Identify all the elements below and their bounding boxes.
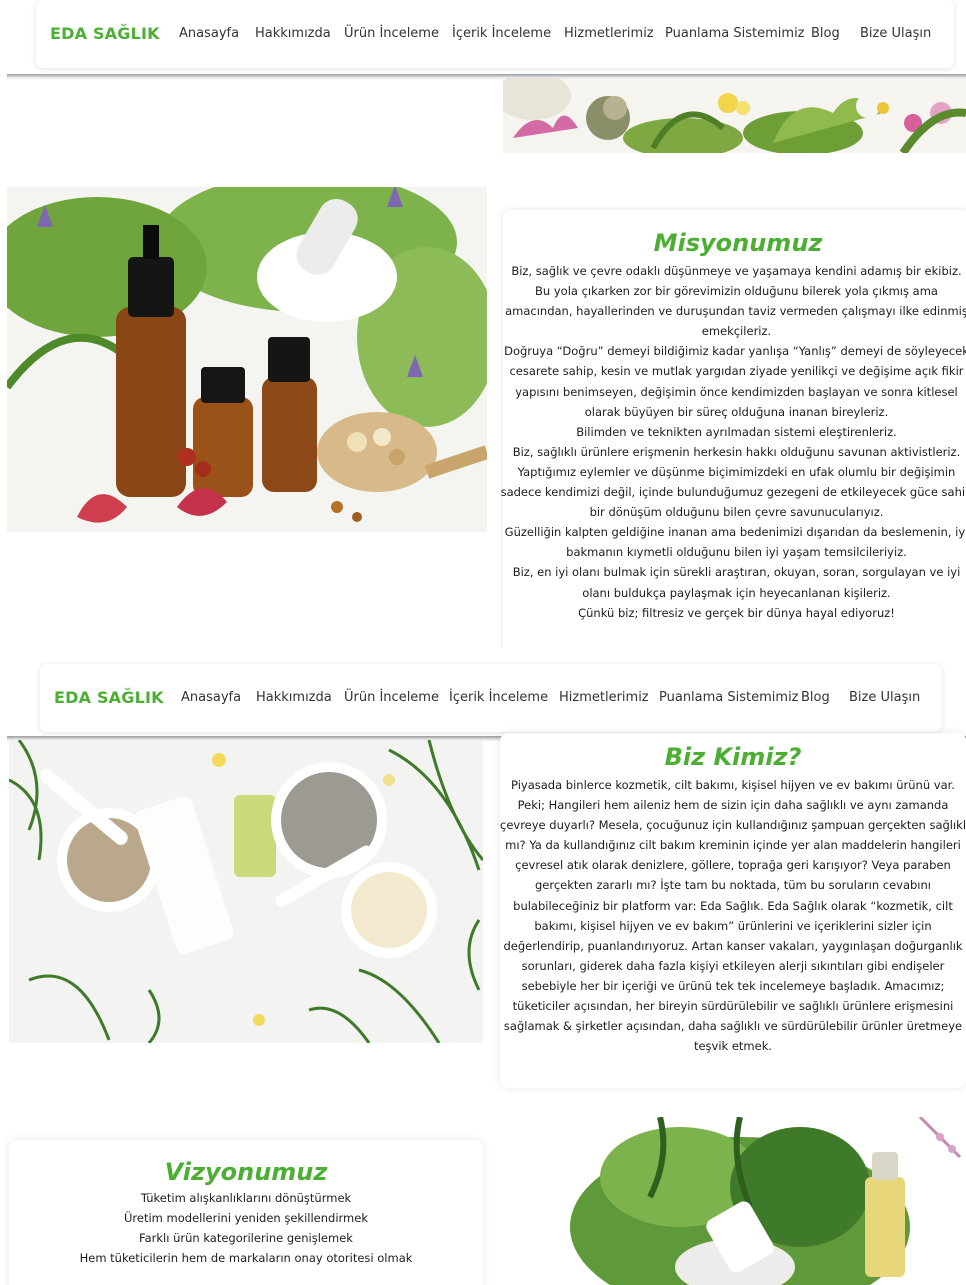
mission-line: Çünkü biz; filtresiz ve gerçek bir dünya… (578, 605, 895, 620)
about-line: bulabileceğiniz bir platform var: Eda Sa… (513, 898, 953, 913)
vision-line: Tüketim alışkanlıklarını dönüştürmek (140, 1191, 352, 1205)
nav-link-rating-system[interactable]: Puanlama Sistemimiz (665, 26, 805, 41)
about-text: Piyasada binlerce kozmetik, cilt bakımı,… (500, 775, 966, 1056)
nav-link-product-review[interactable]: Ürün İnceleme (344, 26, 439, 41)
mission-line: Biz, sağlık ve çevre odaklı düşünmeye ve… (511, 264, 962, 278)
vision-text: Tüketim alışkanlıklarını dönüştürmek Üret… (9, 1188, 483, 1268)
mission-line: emekçileriz. (701, 324, 772, 339)
top-navbar: EDA SAĞLIK Anasayfa Hakkımızda Ürün İnce… (36, 0, 954, 68)
essential-oils-image (7, 187, 487, 532)
nav-link-about[interactable]: Hakkımızda (255, 26, 331, 41)
mission-line: Doğruya “Doğru” demeyi bildiğimiz kadar … (504, 344, 966, 359)
nav-link-ingredient-review-2[interactable]: İçerik İnceleme (449, 690, 548, 705)
mission-text: Biz, sağlık ve çevre odaklı düşünmeye ve… (500, 261, 966, 623)
mission-line: yapısını benimseyen, değişimin önce kend… (515, 384, 958, 399)
brand-logo-2[interactable]: EDA SAĞLIK (54, 688, 164, 707)
vision-line: Hem tüketicilerin hem de markaların onay… (79, 1251, 413, 1266)
mission-line: Biz, en iyi olanı bulmak için sürekli ar… (512, 565, 961, 580)
mission-line: cesarete sahip, kesin ve mutlak yargıdan… (509, 364, 964, 379)
about-line: teşvik etmek. (693, 1039, 773, 1054)
about-line: Piyasada binlerce kozmetik, cilt bakımı,… (511, 778, 955, 792)
mission-line: amacından, hayallerinden ve duruşundan t… (505, 304, 966, 319)
clay-masks-image (9, 740, 483, 1043)
mission-line: Güzelliğin kalpten geldiğine inanan ama … (504, 525, 966, 540)
about-line: Peki; Hangileri hem aileniz hem de sizin… (517, 798, 949, 813)
about-line: gerçekten zararlı mı? İşte tam bu noktad… (535, 878, 931, 893)
about-line: çevresel atık olarak denizlere, göllere,… (515, 858, 951, 873)
about-line: sorunları, giderek daha fazla kişiyi etk… (521, 958, 945, 973)
screenshot-top: EDA SAĞLIK Anasayfa Hakkımızda Ürün İnce… (0, 0, 966, 648)
mission-line: olarak büyüyen bir süreç olduğuna inanan… (584, 404, 889, 419)
mortar-herbs-image (500, 1117, 966, 1285)
bottom-navbar: EDA SAĞLIK Anasayfa Hakkımızda Ürün İnce… (40, 664, 942, 732)
mission-line: olanı buldukça paylaşmak için heyecanlan… (582, 585, 891, 600)
mission-line: Bilimden ve teknikten ayrılmadan sistemi… (576, 424, 897, 439)
nav-link-blog-2[interactable]: Blog (801, 690, 830, 705)
vision-title: Vizyonumuz (164, 1158, 328, 1186)
nav-link-blog[interactable]: Blog (811, 26, 840, 41)
mission-line: Yaptığımız eylemler ve düşünme biçimimiz… (517, 464, 956, 479)
about-line: tüketiciler açısından, her bireyin sürdü… (512, 999, 954, 1014)
mission-line: bakmanın kıymetli olduğunu bilen iyi yaş… (566, 545, 907, 560)
nav-link-services-2[interactable]: Hizmetlerimiz (559, 690, 649, 705)
about-title: Biz Kimiz? (664, 743, 802, 771)
mission-card: Misyonumuz Biz, sağlık ve çevre odaklı d… (500, 210, 966, 648)
about-line: mı? Ya da kullandığınız cilt bakım kremi… (505, 838, 961, 853)
vision-card: Vizyonumuz Tüketim alışkanlıklarını dönü… (9, 1140, 483, 1285)
herb-banner-image (503, 78, 966, 153)
nav-link-home-2[interactable]: Anasayfa (181, 690, 241, 705)
mission-line: sadece kendimizi değil, içinde bulunduğu… (500, 485, 966, 500)
nav-link-ingredient-review[interactable]: İçerik İnceleme (452, 26, 551, 41)
nav-link-contact-2[interactable]: Bize Ulaşın (849, 690, 920, 705)
mission-line: Bu yola çıkarken zor bir görevimizin old… (535, 284, 938, 299)
about-line: sağlamak & şirketler açısından, daha sağ… (503, 1019, 963, 1034)
nav-link-about-2[interactable]: Hakkımızda (256, 690, 332, 705)
about-line: çevreye duyarlı? Mesela, çocuğunuz için … (500, 818, 966, 833)
screenshot-bottom: EDA SAĞLIK Anasayfa Hakkımızda Ürün İnce… (0, 648, 966, 1285)
about-line: bakımı, kişisel hijyen ve ev bakım” ürün… (534, 918, 932, 933)
nav-link-rating-system-2[interactable]: Puanlama Sistemimiz (659, 690, 799, 705)
vision-line: Üretim modellerini yeniden şekillendirme… (124, 1211, 368, 1226)
nav-link-home[interactable]: Anasayfa (179, 26, 239, 41)
nav-link-services[interactable]: Hizmetlerimiz (564, 26, 654, 41)
vision-line: Farklı ürün kategorilerine genişlemek (139, 1231, 353, 1246)
mission-line: bir dönüşüm olduğunu bilen çevre savunuc… (589, 505, 884, 520)
mission-line: Biz, sağlıklı ürünlere erişmenin herkesi… (512, 444, 961, 459)
brand-logo[interactable]: EDA SAĞLIK (50, 24, 160, 43)
about-line: değerlendirip, puanlandırıyoruz. Artan k… (503, 938, 963, 953)
nav-link-contact[interactable]: Bize Ulaşın (860, 26, 931, 41)
about-line: sebebiyle her bir içeriği ve ürünü tek t… (521, 978, 945, 993)
mission-title: Misyonumuz (653, 229, 823, 257)
about-card: Biz Kimiz? Piyasada binlerce kozmetik, c… (500, 733, 966, 1088)
nav-link-product-review-2[interactable]: Ürün İnceleme (344, 690, 439, 705)
